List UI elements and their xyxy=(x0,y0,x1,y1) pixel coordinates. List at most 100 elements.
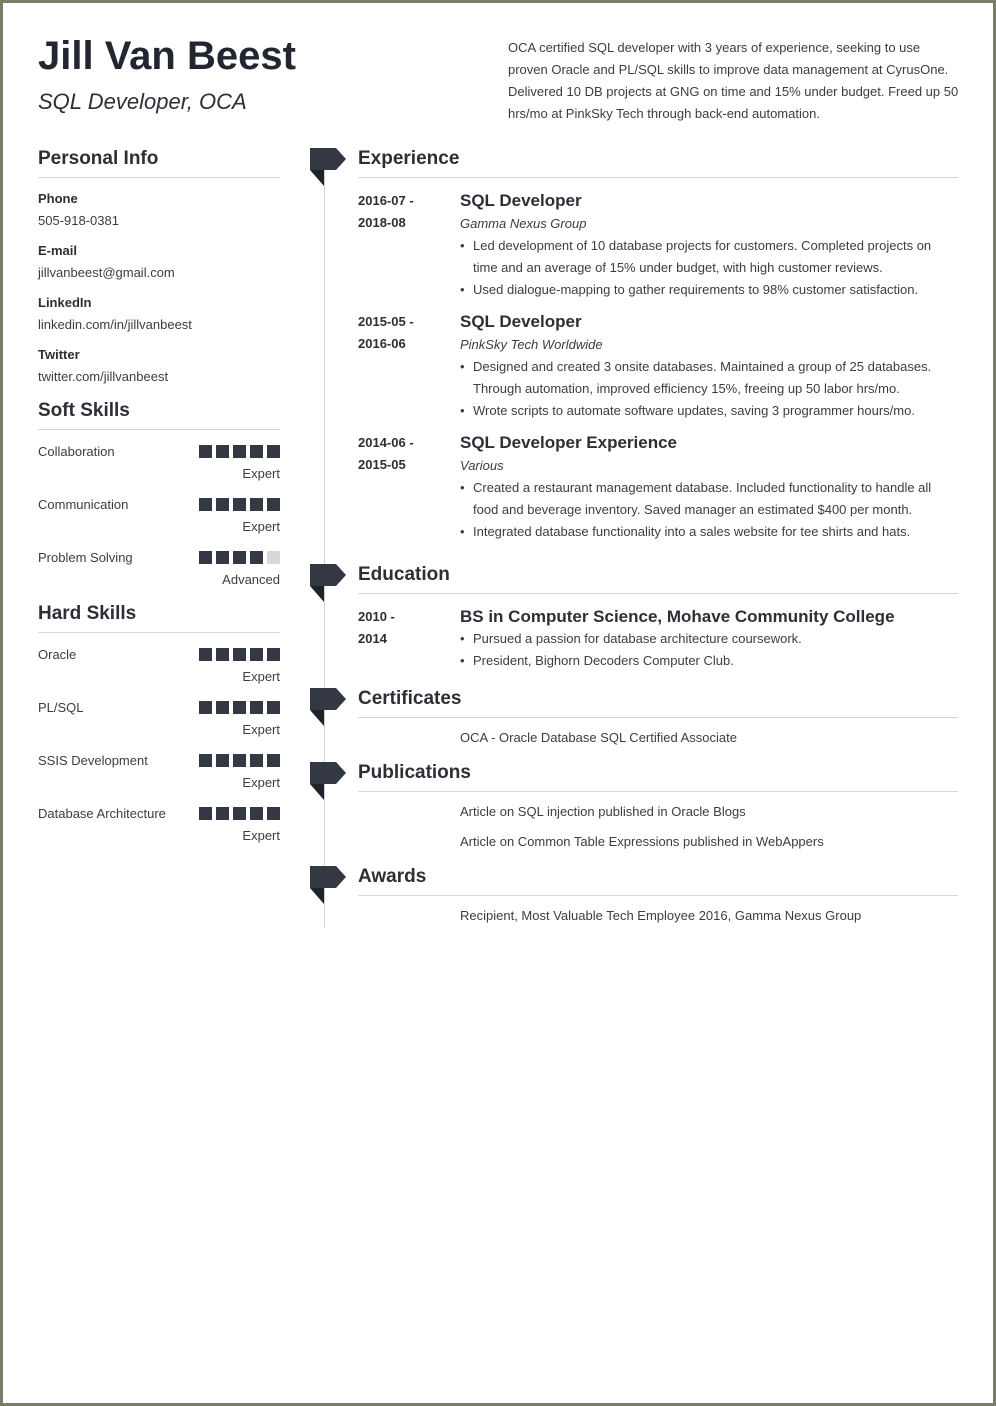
personal-info-section: Personal Info Phone 505-918-0381 E-mail … xyxy=(38,148,280,385)
bullet-list: Pursued a passion for database architect… xyxy=(460,628,958,672)
job-title: SQL Developer xyxy=(460,312,582,331)
rating-filled-square xyxy=(250,701,263,714)
skill-item: Communication Expert xyxy=(38,496,280,536)
rating-filled-square xyxy=(199,648,212,661)
rating-filled-square xyxy=(216,701,229,714)
skill-rating xyxy=(199,701,280,714)
skill-item: Database Architecture Expert xyxy=(38,805,280,845)
rating-filled-square xyxy=(216,445,229,458)
experience-marker-icon xyxy=(310,148,346,186)
rating-filled-square xyxy=(216,754,229,767)
bullet-item: Wrote scripts to automate software updat… xyxy=(460,400,958,422)
skill-item: PL/SQL Expert xyxy=(38,699,280,739)
date-end: 2014 xyxy=(358,631,387,646)
rating-filled-square xyxy=(233,648,246,661)
timeline-line xyxy=(324,170,325,928)
skill-rating xyxy=(199,807,280,820)
bullet-item: President, Bighorn Decoders Computer Clu… xyxy=(460,650,958,672)
certificate-item: OCA - Oracle Database SQL Certified Asso… xyxy=(460,730,737,745)
linkedin-value[interactable]: linkedin.com/in/jillvanbeest xyxy=(38,317,280,333)
company-name: Gamma Nexus Group xyxy=(460,216,587,231)
bullet-list: Led development of 10 database projects … xyxy=(460,235,958,301)
skill-rating xyxy=(199,648,280,661)
bullet-list: Created a restaurant management database… xyxy=(460,477,958,543)
rating-filled-square xyxy=(267,498,280,511)
rating-filled-square xyxy=(216,648,229,661)
rating-filled-square xyxy=(267,648,280,661)
bullet-item: Integrated database functionality into a… xyxy=(460,521,958,543)
rating-filled-square xyxy=(199,498,212,511)
section-title: Certificates xyxy=(358,688,958,718)
experience-entry: 2015-05 - 2016-06 SQL Developer PinkSky Tec… xyxy=(358,311,958,422)
bullet-list: Designed and created 3 onsite databases.… xyxy=(460,356,958,422)
date-end: 2016-06 xyxy=(358,336,406,351)
bullet-item: Pursued a passion for database architect… xyxy=(460,628,958,650)
linkedin-label: LinkedIn xyxy=(38,295,92,310)
skill-rating xyxy=(199,498,280,511)
skill-level: Expert xyxy=(242,722,280,737)
section-title: Education xyxy=(358,564,958,594)
rating-filled-square xyxy=(250,445,263,458)
awards-section: Awards Recipient, Most Valuable Tech Emp… xyxy=(358,866,958,927)
rating-filled-square xyxy=(216,807,229,820)
summary-text: OCA certified SQL developer with 3 years… xyxy=(508,40,959,121)
rating-filled-square xyxy=(199,754,212,767)
skill-name: Oracle xyxy=(38,647,77,662)
section-title: Publications xyxy=(358,762,958,792)
rating-filled-square xyxy=(233,807,246,820)
section-title: Personal Info xyxy=(38,148,280,178)
rating-filled-square xyxy=(267,701,280,714)
rating-filled-square xyxy=(233,701,246,714)
rating-filled-square xyxy=(199,807,212,820)
date-start: 2014-06 - xyxy=(358,435,414,450)
skill-row: Communication xyxy=(38,496,280,516)
education-marker-icon xyxy=(310,564,346,602)
entry-body: SQL Developer Gamma Nexus Group Led develo… xyxy=(460,190,958,301)
rating-filled-square xyxy=(199,445,212,458)
skill-level: Expert xyxy=(242,519,280,534)
skill-item: SSIS Development Expert xyxy=(38,752,280,792)
date-end: 2015-05 xyxy=(358,457,406,472)
skill-level: Advanced xyxy=(222,572,280,587)
entry-date: 2010 - 2014 xyxy=(358,606,448,650)
twitter-value[interactable]: twitter.com/jillvanbeest xyxy=(38,369,280,385)
skill-row: Problem Solving xyxy=(38,549,280,569)
rating-filled-square xyxy=(199,551,212,564)
entry-body: BS in Computer Science, Mohave Community… xyxy=(460,606,958,672)
skill-name: Collaboration xyxy=(38,444,115,459)
section-title: Awards xyxy=(358,866,958,896)
company-name: PinkSky Tech Worldwide xyxy=(460,337,603,352)
entry-body: SQL Developer PinkSky Tech Worldwide Desig… xyxy=(460,311,958,422)
candidate-title: SQL Developer, OCA xyxy=(38,89,247,114)
email-value[interactable]: jillvanbeest@gmail.com xyxy=(38,265,280,281)
skill-level: Expert xyxy=(242,669,280,684)
rating-filled-square xyxy=(267,754,280,767)
date-start: 2015-05 - xyxy=(358,314,414,329)
awards-marker-icon xyxy=(310,866,346,904)
skill-item: Oracle Expert xyxy=(38,646,280,686)
rating-filled-square xyxy=(250,754,263,767)
rating-filled-square xyxy=(250,807,263,820)
skill-level: Expert xyxy=(242,466,280,481)
skill-rating xyxy=(199,551,280,564)
bullet-item: Created a restaurant management database… xyxy=(460,477,958,521)
skill-name: Problem Solving xyxy=(38,550,133,565)
skill-name: Communication xyxy=(38,497,129,512)
rating-empty-square xyxy=(267,551,280,564)
rating-filled-square xyxy=(216,551,229,564)
experience-list: 2016-07 - 2018-08 SQL Developer Gamma Nexus… xyxy=(358,190,958,543)
skill-row: Oracle xyxy=(38,646,280,666)
skill-name: PL/SQL xyxy=(38,700,84,715)
section-title: Soft Skills xyxy=(38,400,280,430)
section-title: Experience xyxy=(358,148,958,178)
skill-rating xyxy=(199,754,280,767)
rating-filled-square xyxy=(233,551,246,564)
education-section: Education 2010 - 2014 BS in Computer Sci… xyxy=(358,564,958,672)
left-column: Personal Info Phone 505-918-0381 E-mail … xyxy=(38,148,280,845)
entry-date: 2014-06 - 2015-05 xyxy=(358,432,448,476)
skill-level: Expert xyxy=(242,775,280,790)
rating-filled-square xyxy=(199,701,212,714)
publication-item: Article on Common Table Expressions publ… xyxy=(460,834,824,849)
publications-marker-icon xyxy=(310,762,346,800)
education-entry: 2010 - 2014 BS in Computer Science, Moha… xyxy=(358,606,958,672)
